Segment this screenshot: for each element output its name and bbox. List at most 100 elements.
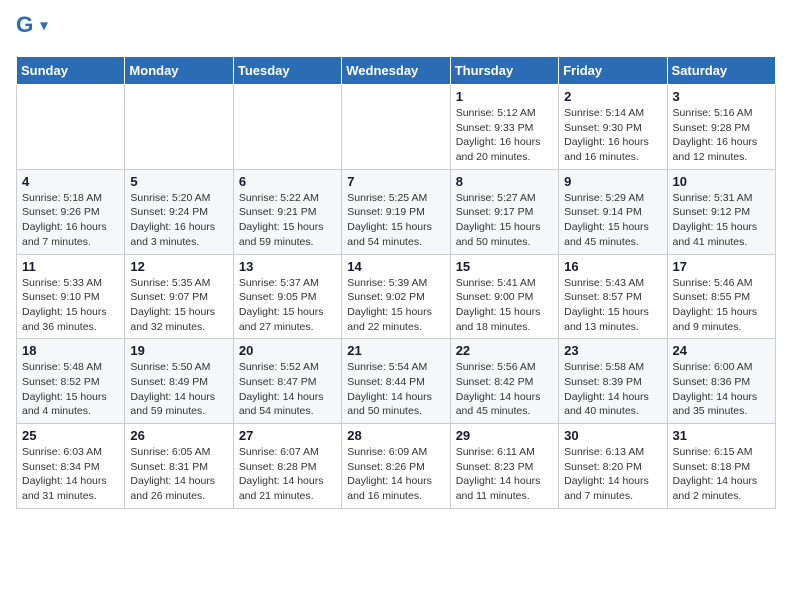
day-number: 26 xyxy=(130,428,227,443)
day-cell: 28Sunrise: 6:09 AMSunset: 8:26 PMDayligh… xyxy=(342,424,450,509)
day-number: 5 xyxy=(130,174,227,189)
day-info-line: Sunrise: 5:33 AM xyxy=(22,276,119,291)
day-info-line: Sunset: 8:57 PM xyxy=(564,290,661,305)
day-cell: 3Sunrise: 5:16 AMSunset: 9:28 PMDaylight… xyxy=(667,85,775,170)
day-info-line: Daylight: 15 hours xyxy=(564,305,661,320)
day-info-line: and 50 minutes. xyxy=(456,235,553,250)
day-number: 28 xyxy=(347,428,444,443)
day-info-line: Sunrise: 5:54 AM xyxy=(347,360,444,375)
day-info-line: Sunrise: 6:13 AM xyxy=(564,445,661,460)
day-info-line: and 50 minutes. xyxy=(347,404,444,419)
day-info-line: Daylight: 15 hours xyxy=(673,220,770,235)
day-info-line: Daylight: 14 hours xyxy=(347,474,444,489)
day-cell: 9Sunrise: 5:29 AMSunset: 9:14 PMDaylight… xyxy=(559,169,667,254)
day-number: 24 xyxy=(673,343,770,358)
logo: G xyxy=(16,16,52,48)
day-info-line: and 59 minutes. xyxy=(130,404,227,419)
day-info-line: Sunrise: 6:11 AM xyxy=(456,445,553,460)
day-info-line: Sunset: 8:39 PM xyxy=(564,375,661,390)
day-info-line: and 54 minutes. xyxy=(239,404,336,419)
day-number: 14 xyxy=(347,259,444,274)
day-info-line: Sunrise: 5:43 AM xyxy=(564,276,661,291)
day-info-line: Sunset: 9:24 PM xyxy=(130,205,227,220)
day-number: 7 xyxy=(347,174,444,189)
day-cell: 18Sunrise: 5:48 AMSunset: 8:52 PMDayligh… xyxy=(17,339,125,424)
day-info-line: Daylight: 15 hours xyxy=(456,305,553,320)
day-info-line: Sunrise: 5:48 AM xyxy=(22,360,119,375)
day-cell: 12 Sunrise: 5:35 AMSunset: 9:07 PMDayligh… xyxy=(125,254,233,339)
day-info-line: Daylight: 14 hours xyxy=(239,390,336,405)
day-number: 3 xyxy=(673,89,770,104)
page-header: G xyxy=(16,16,776,48)
day-number: 18 xyxy=(22,343,119,358)
day-number: 17 xyxy=(673,259,770,274)
day-info-line: Daylight: 15 hours xyxy=(22,305,119,320)
day-cell: 24Sunrise: 6:00 AMSunset: 8:36 PMDayligh… xyxy=(667,339,775,424)
day-info-line: Sunset: 9:07 PM xyxy=(130,290,227,305)
day-info-line: and 3 minutes. xyxy=(130,235,227,250)
day-number: 22 xyxy=(456,343,553,358)
day-info-line: Daylight: 16 hours xyxy=(22,220,119,235)
day-info-line: and 32 minutes. xyxy=(130,320,227,335)
day-info-line: Sunset: 8:23 PM xyxy=(456,460,553,475)
day-info-line: Sunrise: 5:25 AM xyxy=(347,191,444,206)
day-info-line: Daylight: 15 hours xyxy=(347,220,444,235)
day-info-line: Daylight: 14 hours xyxy=(347,390,444,405)
day-number: 16 xyxy=(564,259,661,274)
day-info-line: Sunset: 9:33 PM xyxy=(456,121,553,136)
day-info-line: and 18 minutes. xyxy=(456,320,553,335)
day-info-line: Daylight: 14 hours xyxy=(673,474,770,489)
day-cell xyxy=(342,85,450,170)
day-info-line: Daylight: 14 hours xyxy=(456,474,553,489)
day-number: 31 xyxy=(673,428,770,443)
day-info-line: Daylight: 15 hours xyxy=(239,305,336,320)
day-info-line: Sunrise: 5:37 AM xyxy=(239,276,336,291)
day-info-line: Sunset: 9:02 PM xyxy=(347,290,444,305)
day-info-line: Sunrise: 5:18 AM xyxy=(22,191,119,206)
day-number: 10 xyxy=(673,174,770,189)
day-info-line: and 22 minutes. xyxy=(347,320,444,335)
day-cell: 22Sunrise: 5:56 AMSunset: 8:42 PMDayligh… xyxy=(450,339,558,424)
day-info-line: Sunset: 8:34 PM xyxy=(22,460,119,475)
day-info-line: Daylight: 14 hours xyxy=(564,474,661,489)
day-cell: 17Sunrise: 5:46 AMSunset: 8:55 PMDayligh… xyxy=(667,254,775,339)
day-number: 27 xyxy=(239,428,336,443)
day-info-line: Sunset: 9:14 PM xyxy=(564,205,661,220)
day-info-line: Sunrise: 5:46 AM xyxy=(673,276,770,291)
day-info-line: Sunrise: 5:39 AM xyxy=(347,276,444,291)
day-number: 9 xyxy=(564,174,661,189)
day-info-line: Daylight: 15 hours xyxy=(130,305,227,320)
day-info-line: and 21 minutes. xyxy=(239,489,336,504)
day-info-line: Sunset: 8:52 PM xyxy=(22,375,119,390)
day-cell: 29Sunrise: 6:11 AMSunset: 8:23 PMDayligh… xyxy=(450,424,558,509)
day-info-line: and 9 minutes. xyxy=(673,320,770,335)
day-info-line: Sunrise: 5:58 AM xyxy=(564,360,661,375)
day-cell: 8Sunrise: 5:27 AMSunset: 9:17 PMDaylight… xyxy=(450,169,558,254)
day-info-line: Sunrise: 5:35 AM xyxy=(130,276,227,291)
week-row-5: 25Sunrise: 6:03 AMSunset: 8:34 PMDayligh… xyxy=(17,424,776,509)
day-info-line: Daylight: 14 hours xyxy=(456,390,553,405)
day-cell: 20Sunrise: 5:52 AMSunset: 8:47 PMDayligh… xyxy=(233,339,341,424)
day-info-line: and 16 minutes. xyxy=(564,150,661,165)
day-info-line: and 45 minutes. xyxy=(456,404,553,419)
day-number: 23 xyxy=(564,343,661,358)
day-cell: 27Sunrise: 6:07 AMSunset: 8:28 PMDayligh… xyxy=(233,424,341,509)
day-cell: 5Sunrise: 5:20 AMSunset: 9:24 PMDaylight… xyxy=(125,169,233,254)
day-number: 15 xyxy=(456,259,553,274)
week-row-3: 11Sunrise: 5:33 AMSunset: 9:10 PMDayligh… xyxy=(17,254,776,339)
day-info-line: Daylight: 14 hours xyxy=(130,474,227,489)
day-cell: 11Sunrise: 5:33 AMSunset: 9:10 PMDayligh… xyxy=(17,254,125,339)
day-info-line: Sunrise: 6:05 AM xyxy=(130,445,227,460)
day-cell xyxy=(17,85,125,170)
day-cell: 19Sunrise: 5:50 AMSunset: 8:49 PMDayligh… xyxy=(125,339,233,424)
day-cell: 14Sunrise: 5:39 AMSunset: 9:02 PMDayligh… xyxy=(342,254,450,339)
day-info-line: Sunset: 8:36 PM xyxy=(673,375,770,390)
day-cell: 1Sunrise: 5:12 AMSunset: 9:33 PMDaylight… xyxy=(450,85,558,170)
week-row-1: 1Sunrise: 5:12 AMSunset: 9:33 PMDaylight… xyxy=(17,85,776,170)
day-info-line: Sunset: 8:47 PM xyxy=(239,375,336,390)
day-info-line: Daylight: 14 hours xyxy=(239,474,336,489)
day-info-line: Sunrise: 6:00 AM xyxy=(673,360,770,375)
day-number: 12 xyxy=(130,259,227,274)
day-number: 30 xyxy=(564,428,661,443)
day-number: 21 xyxy=(347,343,444,358)
